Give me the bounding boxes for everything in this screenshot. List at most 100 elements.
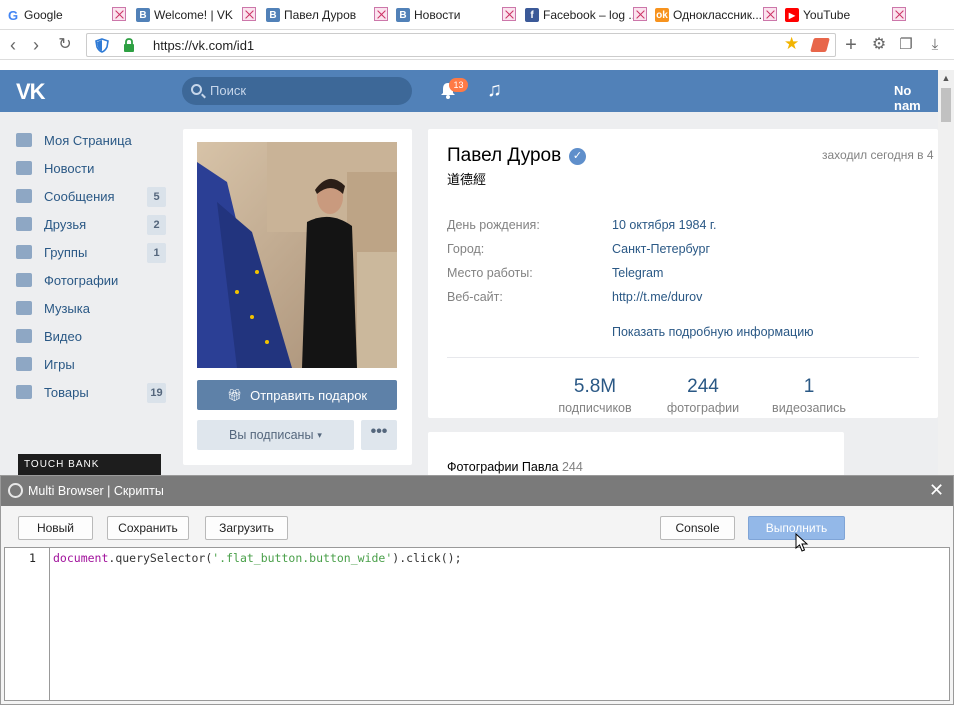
goods-icon <box>16 385 32 399</box>
code-keyword: document <box>53 551 109 565</box>
home-icon <box>16 133 32 147</box>
multi-browser-logo-icon <box>8 483 23 498</box>
shield-icon <box>95 38 109 53</box>
gift-icon: 🎁︎ <box>226 388 243 402</box>
menu-item-games[interactable]: Игры <box>16 353 166 375</box>
code-editor[interactable]: 1 document.querySelector('.flat_button.b… <box>4 547 950 701</box>
photos-card: Фотографии Павла 244 <box>428 432 844 477</box>
line-number-gutter: 1 <box>5 548 50 700</box>
close-icon[interactable] <box>763 7 777 21</box>
menu-label: Товары <box>44 384 89 400</box>
info-value-birthday[interactable]: 10 октября 1984 г. <box>612 218 716 232</box>
menu-item-goods[interactable]: Товары 19 <box>16 381 166 403</box>
show-more-info-link[interactable]: Показать подробную информацию <box>612 325 814 339</box>
menu-label: Музыка <box>44 300 90 316</box>
profile-photo[interactable] <box>197 142 397 368</box>
tab-google[interactable]: G Google <box>6 4 63 26</box>
video-icon <box>16 329 32 343</box>
tab-youtube[interactable]: ▶ YouTube <box>785 4 850 26</box>
close-icon[interactable] <box>374 7 388 21</box>
menu-item-messages[interactable]: Сообщения 5 <box>16 185 166 207</box>
tab-durov[interactable]: B Павел Дуров <box>266 4 356 26</box>
menu-count: 2 <box>147 215 166 235</box>
scripts-panel-title: Multi Browser | Скрипты <box>28 484 164 498</box>
stat-followers[interactable]: 5.8M подписчиков <box>540 376 650 415</box>
code-text: .querySelector( <box>108 551 213 565</box>
google-icon: G <box>6 7 20 23</box>
photos-title[interactable]: Фотографии Павла 244 <box>447 460 583 474</box>
menu-item-groups[interactable]: Группы 1 <box>16 241 166 263</box>
reload-icon[interactable]: ↻ <box>55 35 75 55</box>
tab-label: Facebook – log ... <box>543 8 639 22</box>
close-icon[interactable] <box>112 7 126 21</box>
code-line[interactable]: document.querySelector('.flat_button.but… <box>53 551 462 565</box>
download-icon[interactable]: ⤓ <box>925 35 945 55</box>
address-bar[interactable]: https://vk.com/id1 ★ <box>86 33 836 57</box>
back-icon[interactable]: ‹ <box>3 35 23 55</box>
close-icon[interactable] <box>242 7 256 21</box>
facebook-icon: f <box>525 8 539 22</box>
info-label-birthday: День рождения: <box>447 218 540 232</box>
info-value-work[interactable]: Telegram <box>612 266 663 280</box>
info-label-city: Город: <box>447 242 485 256</box>
menu-label: Группы <box>44 244 88 260</box>
scrollbar-thumb[interactable] <box>941 88 951 122</box>
profile-name: Павел Дуров <box>447 145 562 166</box>
stat-photos[interactable]: 244 фотографии <box>648 376 758 415</box>
menu-label: Видео <box>44 328 82 344</box>
info-value-website[interactable]: http://t.me/durov <box>612 290 702 304</box>
stat-value: 244 <box>687 376 719 397</box>
menu-item-friends[interactable]: Друзья 2 <box>16 213 166 235</box>
stat-label: видеозапись <box>772 401 846 415</box>
forward-icon[interactable]: › <box>26 35 46 55</box>
send-gift-label: Отправить подарок <box>250 387 368 403</box>
scroll-up-icon[interactable]: ▲ <box>941 73 951 83</box>
reader-icon[interactable] <box>810 38 830 52</box>
page-top-strip <box>0 60 938 70</box>
menu-label: Моя Страница <box>44 132 132 148</box>
menu-item-photos[interactable]: Фотографии <box>16 269 166 291</box>
close-icon[interactable] <box>892 7 906 21</box>
star-icon[interactable]: ★ <box>784 34 799 54</box>
scripts-panel-titlebar: Multi Browser | Скрипты ✕ <box>1 476 953 506</box>
save-button[interactable]: Сохранить <box>107 516 189 540</box>
search-input[interactable]: Поиск <box>182 77 412 105</box>
close-icon[interactable] <box>633 7 647 21</box>
subscribed-label: Вы подписаны <box>229 428 314 442</box>
lock-icon <box>124 38 134 52</box>
menu-item-my-page[interactable]: Моя Страница <box>16 129 166 151</box>
menu-item-video[interactable]: Видео <box>16 325 166 347</box>
more-actions-button[interactable]: ••• <box>361 420 397 450</box>
load-button[interactable]: Загрузить <box>205 516 288 540</box>
profile-status: 道德經 <box>447 172 487 187</box>
info-value-city[interactable]: Санкт-Петербург <box>612 242 710 256</box>
notification-badge: 13 <box>449 78 468 92</box>
close-icon[interactable]: ✕ <box>929 480 944 500</box>
menu-count: 5 <box>147 187 166 207</box>
info-label-website: Веб-сайт: <box>447 290 503 304</box>
send-gift-button[interactable]: 🎁︎ Отправить подарок <box>197 380 397 410</box>
user-name[interactable]: No nam <box>894 83 938 113</box>
page-scrollbar[interactable]: ▲ <box>938 70 954 477</box>
settings-icon[interactable]: ⚙ <box>869 35 889 55</box>
subscribed-button[interactable]: Вы подписаны ▾ <box>197 420 354 450</box>
menu-item-news[interactable]: Новости <box>16 157 166 179</box>
copy-icon[interactable]: ❐ <box>896 35 916 55</box>
new-tab-icon[interactable]: + <box>841 35 861 55</box>
new-button[interactable]: Новый <box>18 516 93 540</box>
music-icon <box>16 301 32 315</box>
friends-icon <box>16 217 32 231</box>
menu-item-music[interactable]: Музыка <box>16 297 166 319</box>
tab-news[interactable]: B Новости <box>396 4 460 26</box>
tab-welcome-vk[interactable]: B Welcome! | VK <box>136 4 233 26</box>
music-icon[interactable]: ♫ <box>487 79 502 102</box>
vk-logo[interactable]: VK <box>16 79 46 105</box>
tab-facebook[interactable]: f Facebook – log ... <box>525 4 638 26</box>
tab-odnoklassniki[interactable]: ok Одноклассник... <box>655 4 762 26</box>
stat-videos[interactable]: 1 видеозапись <box>754 376 864 415</box>
close-icon[interactable] <box>502 7 516 21</box>
console-button[interactable]: Console <box>660 516 735 540</box>
tab-label: YouTube <box>803 8 851 22</box>
touch-bank-ad[interactable]: TOUCH BANK <box>18 454 161 477</box>
profile-photo-image <box>197 142 397 368</box>
